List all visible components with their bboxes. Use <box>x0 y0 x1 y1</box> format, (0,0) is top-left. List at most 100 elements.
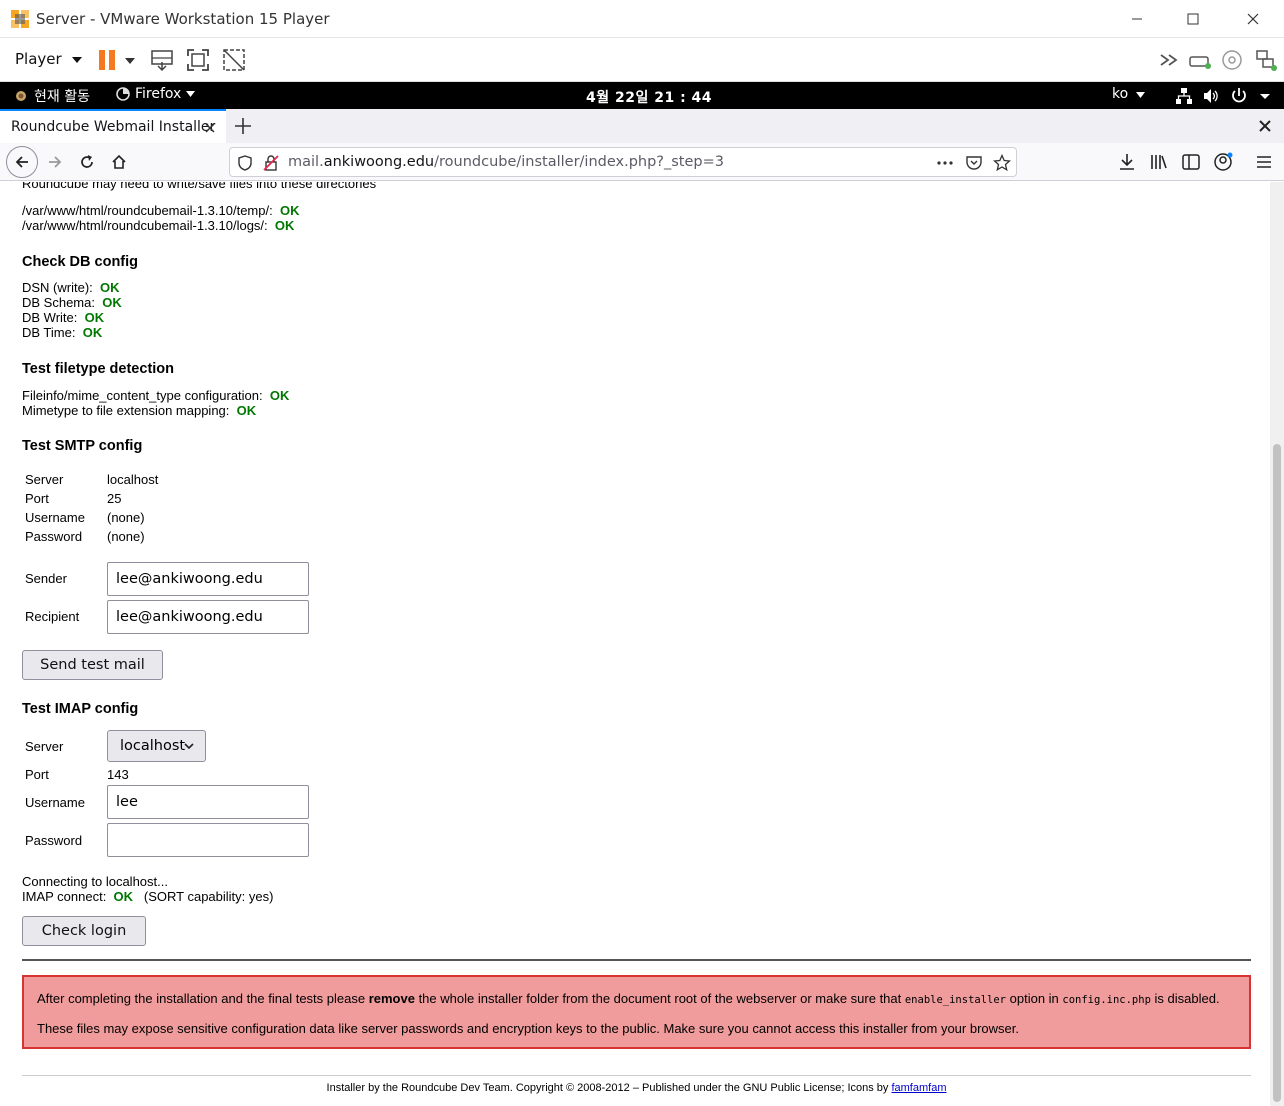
sidebar-icon[interactable] <box>1181 152 1201 172</box>
volume-icon[interactable] <box>1202 87 1220 105</box>
new-tab-icon[interactable] <box>233 116 253 136</box>
sender-input[interactable]: lee@ankiwoong.edu <box>107 562 309 596</box>
minimize-button[interactable] <box>1114 4 1160 34</box>
caret-down-icon <box>72 57 83 63</box>
smtp-port-value: 25 <box>107 491 122 506</box>
dir-temp-path: /var/www/html/roundcubemail-1.3.10/temp/… <box>22 203 273 218</box>
imap-port-label: Port <box>25 767 49 782</box>
db-dsn-label: DSN (write): <box>22 280 93 295</box>
dir-logs-status: OK <box>274 218 295 233</box>
scrollbar-thumb[interactable] <box>1273 444 1281 1102</box>
imap-connect-label: IMAP connect: <box>22 889 107 904</box>
bookmark-star-icon[interactable] <box>993 154 1011 172</box>
page-scrollbar[interactable] <box>1270 182 1284 1106</box>
filetype-heading: Test filetype detection <box>22 361 175 377</box>
system-menu-caret-icon[interactable] <box>1256 87 1274 105</box>
insecure-lock-icon[interactable] <box>262 154 280 172</box>
reload-button[interactable] <box>72 147 102 177</box>
url-bar[interactable]: mail.ankiwoong.edu/roundcube/installer/i… <box>229 147 1017 177</box>
cd-rom-icon[interactable] <box>1220 48 1244 72</box>
close-firefox-icon[interactable] <box>1258 119 1272 133</box>
smtp-username-value: (none) <box>107 510 145 525</box>
famfamfam-link[interactable]: famfamfam <box>891 1082 946 1094</box>
imap-server-select[interactable]: localhost <box>107 730 206 762</box>
db-schema-status: OK <box>102 295 122 310</box>
db-dsn-status: OK <box>100 280 120 295</box>
pause-icon[interactable] <box>96 48 120 72</box>
tracking-protection-shield-icon[interactable] <box>236 154 254 172</box>
pocket-icon[interactable] <box>965 154 983 172</box>
app-menu-button[interactable]: Firefox <box>116 86 196 102</box>
library-icon[interactable] <box>1149 152 1169 172</box>
url-host: ankiwoong.edu <box>323 154 435 170</box>
fileinfo-label: Fileinfo/mime_content_type configuration… <box>22 388 263 403</box>
warning-box: After completing the installation and th… <box>22 975 1251 1049</box>
app-menu-label: Firefox <box>135 86 182 102</box>
forward-button[interactable] <box>40 147 70 177</box>
imap-heading: Test IMAP config <box>22 701 139 717</box>
maximize-button[interactable] <box>1170 4 1216 34</box>
input-language-button[interactable]: ko <box>1112 86 1145 102</box>
check-login-button[interactable]: Check login <box>22 916 146 946</box>
imap-connect-status: OK <box>113 889 134 904</box>
vmware-toolbar: Player <box>0 38 1284 82</box>
imap-password-label: Password <box>25 833 83 848</box>
power-icon[interactable] <box>1230 87 1248 105</box>
imap-password-input[interactable] <box>107 823 309 857</box>
smtp-server-label: Server <box>25 472 64 487</box>
mimetype-status: OK <box>236 403 257 418</box>
tab-roundcube-installer[interactable]: Roundcube Webmail Installer <box>0 109 226 143</box>
imap-username-input[interactable]: lee <box>107 785 309 819</box>
footer-divider <box>22 1075 1251 1076</box>
footer: Installer by the Roundcube Dev Team. Cop… <box>0 1082 1270 1094</box>
db-time-label: DB Time: <box>22 325 76 340</box>
imap-username-label: Username <box>25 795 85 810</box>
firefox-nav-bar: mail.ankiwoong.edu/roundcube/installer/i… <box>0 143 1284 181</box>
more-devices-icon[interactable] <box>1158 48 1182 72</box>
player-menu-button[interactable]: Player <box>15 50 83 68</box>
network-adapter-icon[interactable] <box>1254 48 1278 72</box>
clock[interactable]: 4월 22일 21 : 44 <box>586 87 712 107</box>
recipient-label: Recipient <box>25 609 80 624</box>
db-dsn-row: DSN (write): OK <box>22 280 120 295</box>
activities-button[interactable]: 현재 활동 <box>14 86 90 106</box>
hard-disk-icon[interactable] <box>1188 48 1212 72</box>
warning-text-b: the whole installer folder from the docu… <box>414 991 905 1006</box>
send-ctrl-alt-del-icon[interactable] <box>150 48 174 72</box>
input-language-label: ko <box>1112 86 1129 102</box>
smtp-password-label: Password <box>25 529 83 544</box>
imap-server-selected: localhost <box>120 738 186 754</box>
unity-mode-icon[interactable] <box>222 48 246 72</box>
hamburger-menu-icon[interactable] <box>1254 152 1274 172</box>
pause-dropdown-icon[interactable] <box>122 48 138 72</box>
gnome-foot-icon <box>16 91 26 101</box>
smtp-username-label: Username <box>25 510 85 525</box>
fullscreen-icon[interactable] <box>186 48 210 72</box>
gnome-top-bar: 현재 활동 Firefox 4월 22일 21 : 44 ko <box>0 82 1284 109</box>
window-title: Server - VMware Workstation 15 Player <box>36 10 330 28</box>
warning-remove-bold: remove <box>368 991 415 1006</box>
maximize-icon <box>1187 13 1199 25</box>
warning-line-1: After completing the installation and th… <box>37 991 1220 1006</box>
home-button[interactable] <box>104 147 134 177</box>
close-window-button[interactable] <box>1230 4 1276 34</box>
back-button[interactable] <box>6 146 38 178</box>
downloads-icon[interactable] <box>1117 152 1137 172</box>
warning-code-enable-installer: enable_installer <box>904 994 1007 1006</box>
db-write-label: DB Write: <box>22 310 78 325</box>
forward-arrow-icon <box>49 156 62 168</box>
close-tab-icon[interactable] <box>202 120 218 136</box>
db-schema-label: DB Schema: <box>22 295 95 310</box>
network-icon[interactable] <box>1175 87 1193 105</box>
sender-label: Sender <box>25 571 67 586</box>
db-write-row: DB Write: OK <box>22 310 104 325</box>
smtp-password-value: (none) <box>107 529 145 544</box>
page-actions-icon[interactable] <box>936 154 954 172</box>
recipient-input[interactable]: lee@ankiwoong.edu <box>107 600 309 634</box>
vmware-logo-icon <box>11 10 29 28</box>
send-test-mail-button[interactable]: Send test mail <box>22 650 163 680</box>
imap-connect-row: IMAP connect: OK (SORT capability: yes) <box>22 889 273 904</box>
account-icon[interactable] <box>1213 152 1233 172</box>
warning-text-a: After completing the installation and th… <box>37 991 369 1006</box>
dir-temp-row: /var/www/html/roundcubemail-1.3.10/temp/… <box>22 203 299 218</box>
